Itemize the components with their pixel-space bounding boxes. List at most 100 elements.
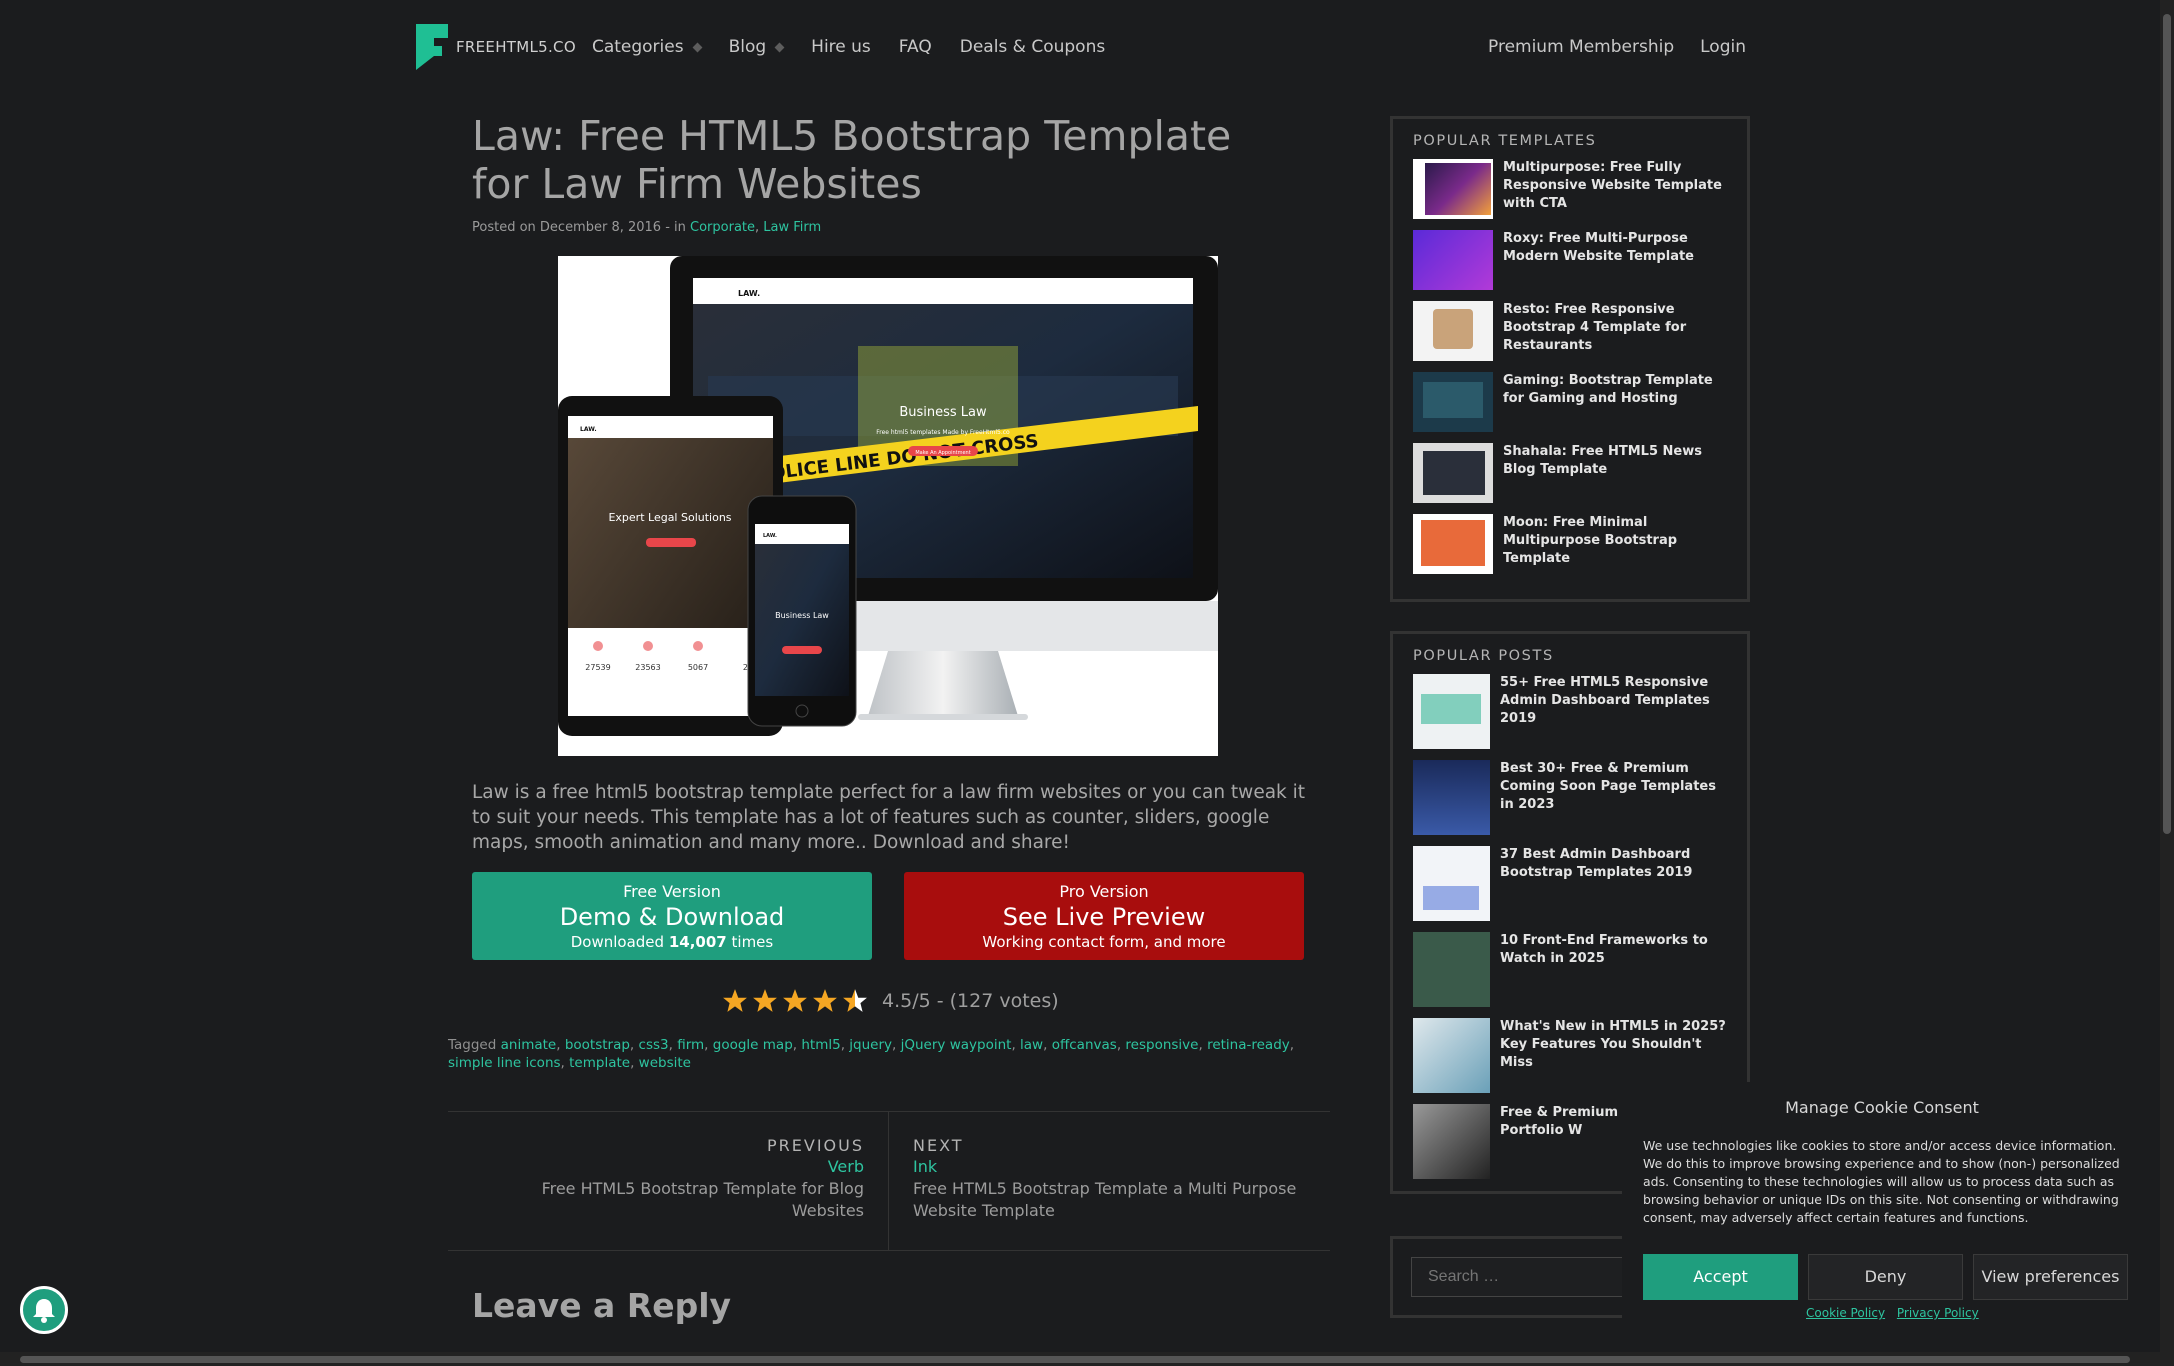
monitor-cta: Make An Appointment [915,450,970,456]
nav-blog[interactable]: Blog [728,37,785,57]
dropdown-indicator-icon [774,42,785,52]
main-menu: Categories Blog Hire us FAQ Deals & Coup… [592,37,1105,57]
cookie-text: We use technologies like cookies to stor… [1643,1138,2120,1225]
phone-heading: Business Law [775,611,829,620]
template-thumbnail [1413,514,1493,574]
previous-label: PREVIOUS [767,1136,864,1155]
previous-post-desc: Free HTML5 Bootstrap Template for Blog W… [541,1179,864,1220]
tag-link[interactable]: animate [501,1037,557,1053]
post-item[interactable]: 55+ Free HTML5 Responsive Admin Dashboar… [1413,674,1727,760]
star-icon[interactable] [722,988,748,1014]
demo-download-button[interactable]: Free Version Demo & Download Downloaded … [472,872,872,960]
category-link-law-firm[interactable]: Law Firm [763,220,821,235]
tag-link[interactable]: html5 [801,1037,840,1053]
privacy-policy-link[interactable]: Privacy Policy [1897,1306,1979,1320]
tag-link[interactable]: template [569,1055,630,1071]
template-item[interactable]: Resto: Free Responsive Bootstrap 4 Templ… [1413,301,1727,372]
live-preview-button[interactable]: Pro Version See Live Preview Working con… [904,872,1304,960]
monitor-subheading: Free html5 templates Made by FreeHtml5.c… [876,429,1010,436]
post-item[interactable]: Best 30+ Free & Premium Coming Soon Page… [1413,760,1727,846]
post-thumbnail [1413,1104,1490,1179]
template-item[interactable]: Moon: Free Minimal Multipurpose Bootstra… [1413,514,1727,585]
monitor-heading: Business Law [899,405,987,420]
post-thumbnail [1413,846,1490,921]
view-preferences-button[interactable]: View preferences [1973,1254,2128,1300]
demo-download-label: Demo & Download [559,903,785,931]
template-title: Shahala: Free HTML5 News Blog Template [1503,444,1702,477]
nav-blog-label: Blog [728,37,767,57]
counter-3: 5067 [688,663,708,672]
tag-link[interactable]: retina-ready [1207,1037,1290,1053]
next-label: NEXT [913,1136,964,1155]
half-star-icon[interactable] [842,988,868,1014]
cookie-links: Cookie Policy Privacy Policy [1806,1306,1987,1320]
tablet-heading: Expert Legal Solutions [608,511,731,524]
post-title-link: 55+ Free HTML5 Responsive Admin Dashboar… [1500,675,1710,726]
star-icon[interactable] [782,988,808,1014]
template-item[interactable]: Multipurpose: Free Fully Responsive Webs… [1413,159,1727,230]
phone-brand: LAW. [763,533,777,539]
downloaded-suffix: times [731,933,774,951]
nav-premium-membership[interactable]: Premium Membership [1488,37,1674,57]
next-post-link[interactable]: NEXT Ink Free HTML5 Bootstrap Template a… [889,1112,1330,1250]
template-item[interactable]: Shahala: Free HTML5 News Blog Template [1413,443,1727,514]
vertical-scroll-thumb[interactable] [2163,14,2171,834]
pro-version-label: Pro Version [1059,882,1149,901]
nav-categories[interactable]: Categories [592,37,703,57]
site-logo[interactable]: FREEHTML5.CO [416,24,576,70]
post-thumbnail [1413,932,1490,1007]
bell-icon [33,1299,55,1323]
template-title: Moon: Free Minimal Multipurpose Bootstra… [1503,515,1678,566]
nav-hire-us[interactable]: Hire us [811,37,871,57]
previous-post-link[interactable]: PREVIOUS Verb Free HTML5 Bootstrap Templ… [448,1112,889,1250]
deny-button[interactable]: Deny [1808,1254,1963,1300]
account-menu: Premium Membership Login [1488,37,1746,57]
accept-button[interactable]: Accept [1643,1254,1798,1300]
cookie-buttons: Accept Deny View preferences [1643,1254,2128,1300]
tag-link[interactable]: bootstrap [565,1037,630,1053]
leave-reply-heading: Leave a Reply [472,1286,732,1325]
cookie-title: Manage Cookie Consent [1785,1098,1979,1117]
template-thumbnail [1413,443,1493,503]
pro-note: Working contact form, and more [982,933,1226,951]
live-preview-label: See Live Preview [1002,903,1206,931]
notification-bell-button[interactable] [20,1286,68,1334]
tag-link[interactable]: jquery [849,1037,892,1053]
dropdown-indicator-icon [692,42,703,52]
nav-deals[interactable]: Deals & Coupons [960,37,1105,57]
template-item[interactable]: Gaming: Bootstrap Template for Gaming an… [1413,372,1727,443]
template-title: Resto: Free Responsive Bootstrap 4 Templ… [1503,302,1687,353]
post-item[interactable]: 37 Best Admin Dashboard Bootstrap Templa… [1413,846,1727,932]
page: { "nav": { "logo_text": "FREEHTML5.CO", … [0,0,2174,1366]
device-mockup: LAW. POLICE LINE DO NOT CROSS Business L… [558,256,1218,736]
rating-text: 4.5/5 - (127 votes) [882,990,1059,1012]
nav-faq[interactable]: FAQ [899,37,932,57]
horizontal-scrollbar[interactable] [0,1352,2160,1366]
nav-login[interactable]: Login [1700,37,1746,57]
cookie-policy-link[interactable]: Cookie Policy [1806,1306,1885,1320]
tag-link[interactable]: jQuery waypoint [901,1037,1012,1053]
star-icon[interactable] [752,988,778,1014]
tag-link[interactable]: google map [713,1037,793,1053]
tag-link[interactable]: responsive [1125,1037,1198,1053]
template-thumbnail [1413,372,1493,432]
star-icon[interactable] [812,988,838,1014]
counter-2: 23563 [635,663,660,672]
post-description: Law is a free html5 bootstrap template p… [472,782,1306,853]
tag-link[interactable]: firm [677,1037,704,1053]
horizontal-scroll-thumb[interactable] [20,1356,2130,1363]
popular-templates-widget: POPULAR TEMPLATES Multipurpose: Free Ful… [1390,116,1750,602]
post-item[interactable]: 10 Front-End Frameworks to Watch in 2025 [1413,932,1727,1018]
tag-link[interactable]: simple line icons [448,1055,561,1071]
tag-link[interactable]: css3 [639,1037,669,1053]
vertical-scrollbar[interactable] [2160,0,2174,1366]
category-link-corporate[interactable]: Corporate [690,220,755,235]
tag-link[interactable]: website [639,1055,691,1071]
tag-link[interactable]: offcanvas [1052,1037,1117,1053]
post-thumbnail [1413,674,1490,749]
next-post-desc: Free HTML5 Bootstrap Template a Multi Pu… [913,1179,1297,1220]
template-item[interactable]: Roxy: Free Multi-Purpose Modern Website … [1413,230,1727,301]
logo-text: FREEHTML5.CO [456,38,576,56]
tag-link[interactable]: law [1020,1037,1043,1053]
post-tags: Tagged animate, bootstrap, css3, firm, g… [448,1037,1295,1071]
